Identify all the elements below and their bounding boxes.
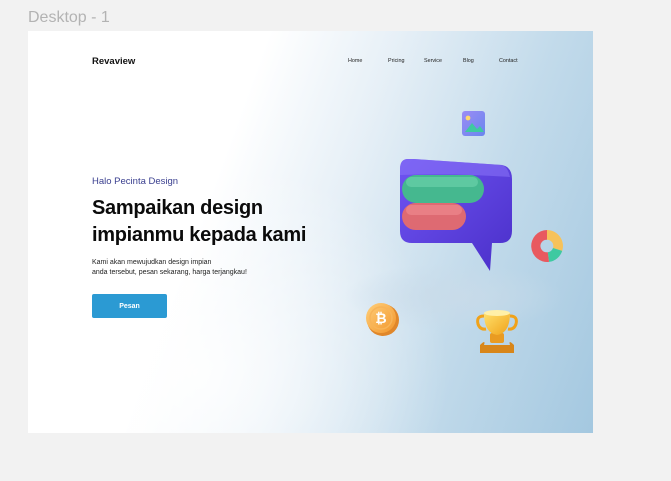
trophy-icon <box>476 310 518 353</box>
pie-chart-icon <box>531 230 563 262</box>
brand-logo[interactable]: Revaview <box>92 56 135 67</box>
chat-bubble-icon <box>400 159 512 271</box>
frame-label: Desktop - 1 <box>28 9 110 26</box>
nav-home[interactable]: Home <box>348 58 362 64</box>
description-line-2: anda tersebut, pesan sekarang, harga ter… <box>92 269 247 276</box>
hero-description: Kami akan mewujudkan design impian anda … <box>92 258 247 278</box>
nav-contact[interactable]: Contact <box>499 58 518 64</box>
headline-line-2: impianmu kepada kami <box>92 224 307 246</box>
headline-line-1: Sampaikan design <box>92 197 263 219</box>
order-button[interactable]: Pesan <box>92 294 167 318</box>
svg-text:₿: ₿ <box>375 311 386 327</box>
image-icon <box>462 111 485 136</box>
hero-illustration: ₿ <box>344 111 564 353</box>
hero-eyebrow: Halo Pecinta Design <box>92 176 179 187</box>
nav-blog[interactable]: Blog <box>463 58 474 64</box>
desktop-frame: Revaview Home Pricing Service Blog Conta… <box>28 31 593 433</box>
nav-pricing[interactable]: Pricing <box>388 58 404 64</box>
hero-headline: Sampaikan design impianmu kepada kami <box>92 195 306 249</box>
nav-service[interactable]: Service <box>424 58 442 64</box>
description-line-1: Kami akan mewujudkan design impian <box>92 259 212 266</box>
